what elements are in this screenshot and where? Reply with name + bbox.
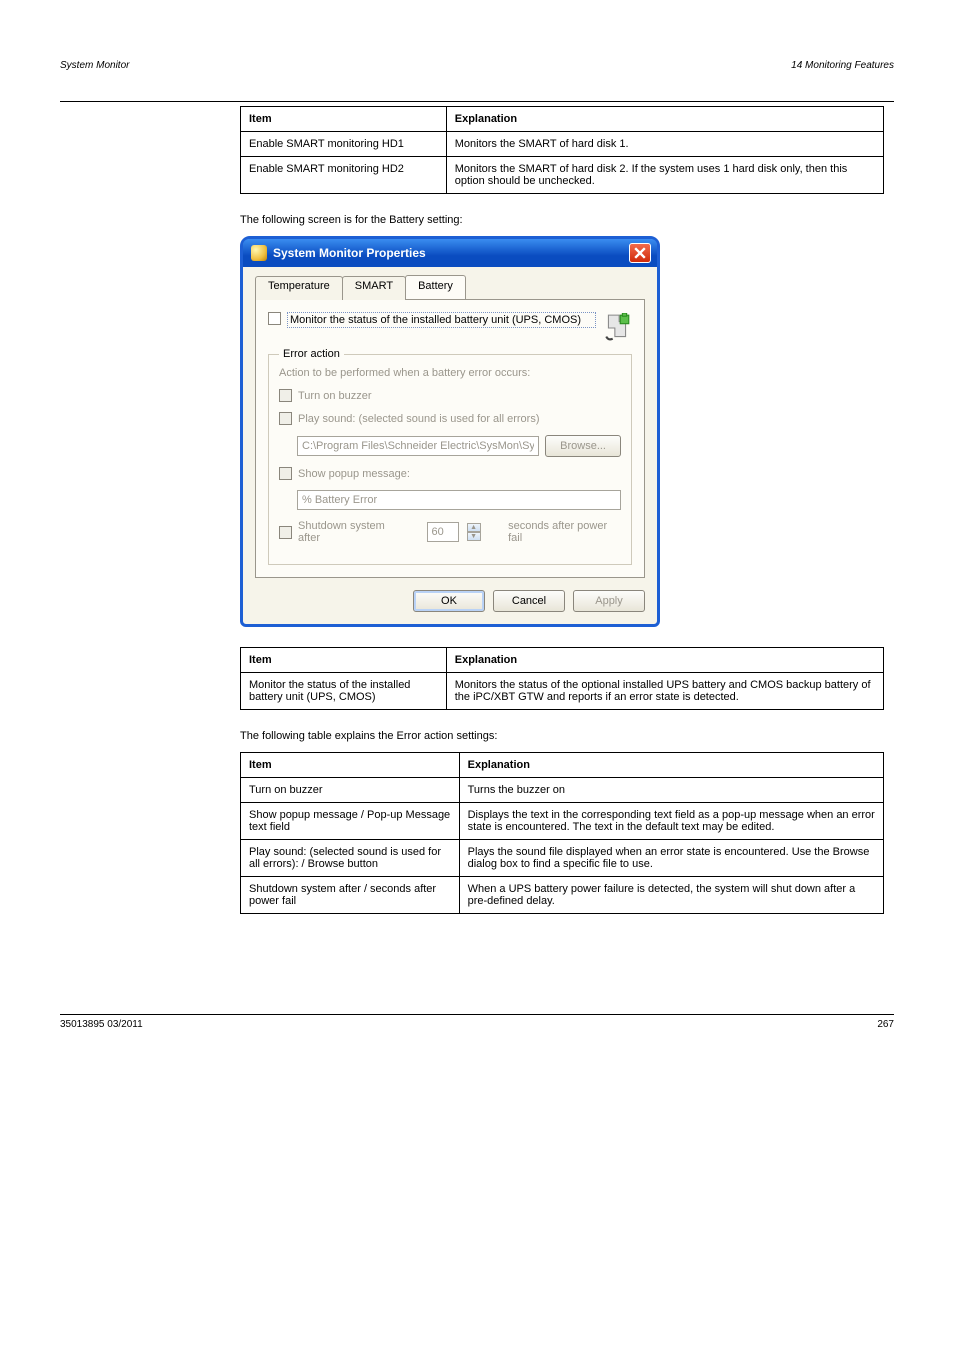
popup-label: Show popup message:	[298, 468, 410, 480]
th-explanation: Explanation	[459, 753, 883, 778]
tab-temperature[interactable]: Temperature	[255, 276, 343, 300]
monitor-battery-checkbox[interactable]	[268, 312, 281, 325]
ok-button[interactable]: OK	[413, 590, 485, 612]
play-sound-label: Play sound: (selected sound is used for …	[298, 413, 540, 425]
table-row: Monitor the status of the installed batt…	[241, 673, 884, 710]
close-button[interactable]	[629, 243, 651, 263]
titlebar[interactable]: System Monitor Properties	[243, 239, 657, 267]
spin-up-icon[interactable]: ▲	[467, 523, 481, 532]
error-action-table: Item Explanation Turn on buzzer Turns th…	[240, 752, 884, 914]
dialog-button-row: OK Cancel Apply	[255, 590, 645, 612]
th-item: Item	[241, 107, 447, 132]
th-explanation: Explanation	[446, 107, 883, 132]
tab-battery[interactable]: Battery	[405, 275, 466, 299]
table-row: Shutdown system after / seconds after po…	[241, 877, 884, 914]
spin-down-icon[interactable]: ▼	[467, 532, 481, 541]
smart-table: Item Explanation Enable SMART monitoring…	[240, 106, 884, 194]
tab-bar: Temperature SMART Battery	[255, 275, 645, 299]
play-sound-checkbox[interactable]	[279, 412, 292, 425]
popup-checkbox[interactable]	[279, 467, 292, 480]
battery-intro: The following screen is for the Battery …	[240, 214, 884, 226]
buzzer-label: Turn on buzzer	[298, 390, 372, 402]
system-monitor-dialog: System Monitor Properties Temperature SM…	[240, 236, 660, 627]
table-row: Enable SMART monitoring HD1 Monitors the…	[241, 132, 884, 157]
battery-icon	[602, 312, 632, 344]
battery-monitor-table: Item Explanation Monitor the status of t…	[240, 647, 884, 710]
shutdown-label: Shutdown system after	[298, 520, 407, 544]
apply-button[interactable]: Apply	[573, 590, 645, 612]
th-item: Item	[241, 648, 447, 673]
buzzer-checkbox[interactable]	[279, 389, 292, 402]
table-row: Turn on buzzer Turns the buzzer on	[241, 778, 884, 803]
shutdown-seconds-field[interactable]	[427, 522, 459, 542]
sound-path-field[interactable]	[297, 436, 539, 456]
footer-rule	[60, 1014, 894, 1015]
table-row: Enable SMART monitoring HD2 Monitors the…	[241, 157, 884, 194]
table-header-row: Item Explanation	[241, 753, 884, 778]
group-legend: Error action	[279, 348, 344, 360]
footer-left: 35013895 03/2011	[60, 1019, 143, 1030]
error-action-intro: The following table explains the Error a…	[240, 730, 884, 742]
header-left: System Monitor	[60, 60, 129, 71]
seconds-spinner[interactable]: ▲ ▼	[467, 523, 481, 541]
th-explanation: Explanation	[446, 648, 883, 673]
close-icon	[634, 247, 646, 259]
page-header: System Monitor 14 Monitoring Features	[60, 60, 894, 71]
perform-label: Action to be performed when a battery er…	[279, 367, 530, 379]
th-item: Item	[241, 753, 460, 778]
table-row: Play sound: (selected sound is used for …	[241, 840, 884, 877]
header-right: 14 Monitoring Features	[791, 60, 894, 71]
table-header-row: Item Explanation	[241, 648, 884, 673]
error-action-group: Error action Action to be performed when…	[268, 354, 632, 565]
tab-smart[interactable]: SMART	[342, 276, 406, 300]
app-icon	[251, 245, 267, 261]
dialog-title: System Monitor Properties	[273, 246, 426, 260]
monitor-battery-label: Monitor the status of the installed batt…	[287, 312, 596, 328]
page-footer: 35013895 03/2011 267	[60, 1019, 894, 1030]
popup-message-field[interactable]	[297, 490, 621, 510]
table-row: Show popup message / Pop-up Message text…	[241, 803, 884, 840]
table-header-row: Item Explanation	[241, 107, 884, 132]
browse-button[interactable]: Browse...	[545, 435, 621, 457]
shutdown-checkbox[interactable]	[279, 526, 292, 539]
footer-right: 267	[877, 1019, 894, 1030]
battery-panel: Monitor the status of the installed batt…	[255, 299, 645, 578]
seconds-after-label: seconds after power fail	[508, 520, 621, 544]
header-rule	[60, 101, 894, 102]
cancel-button[interactable]: Cancel	[493, 590, 565, 612]
